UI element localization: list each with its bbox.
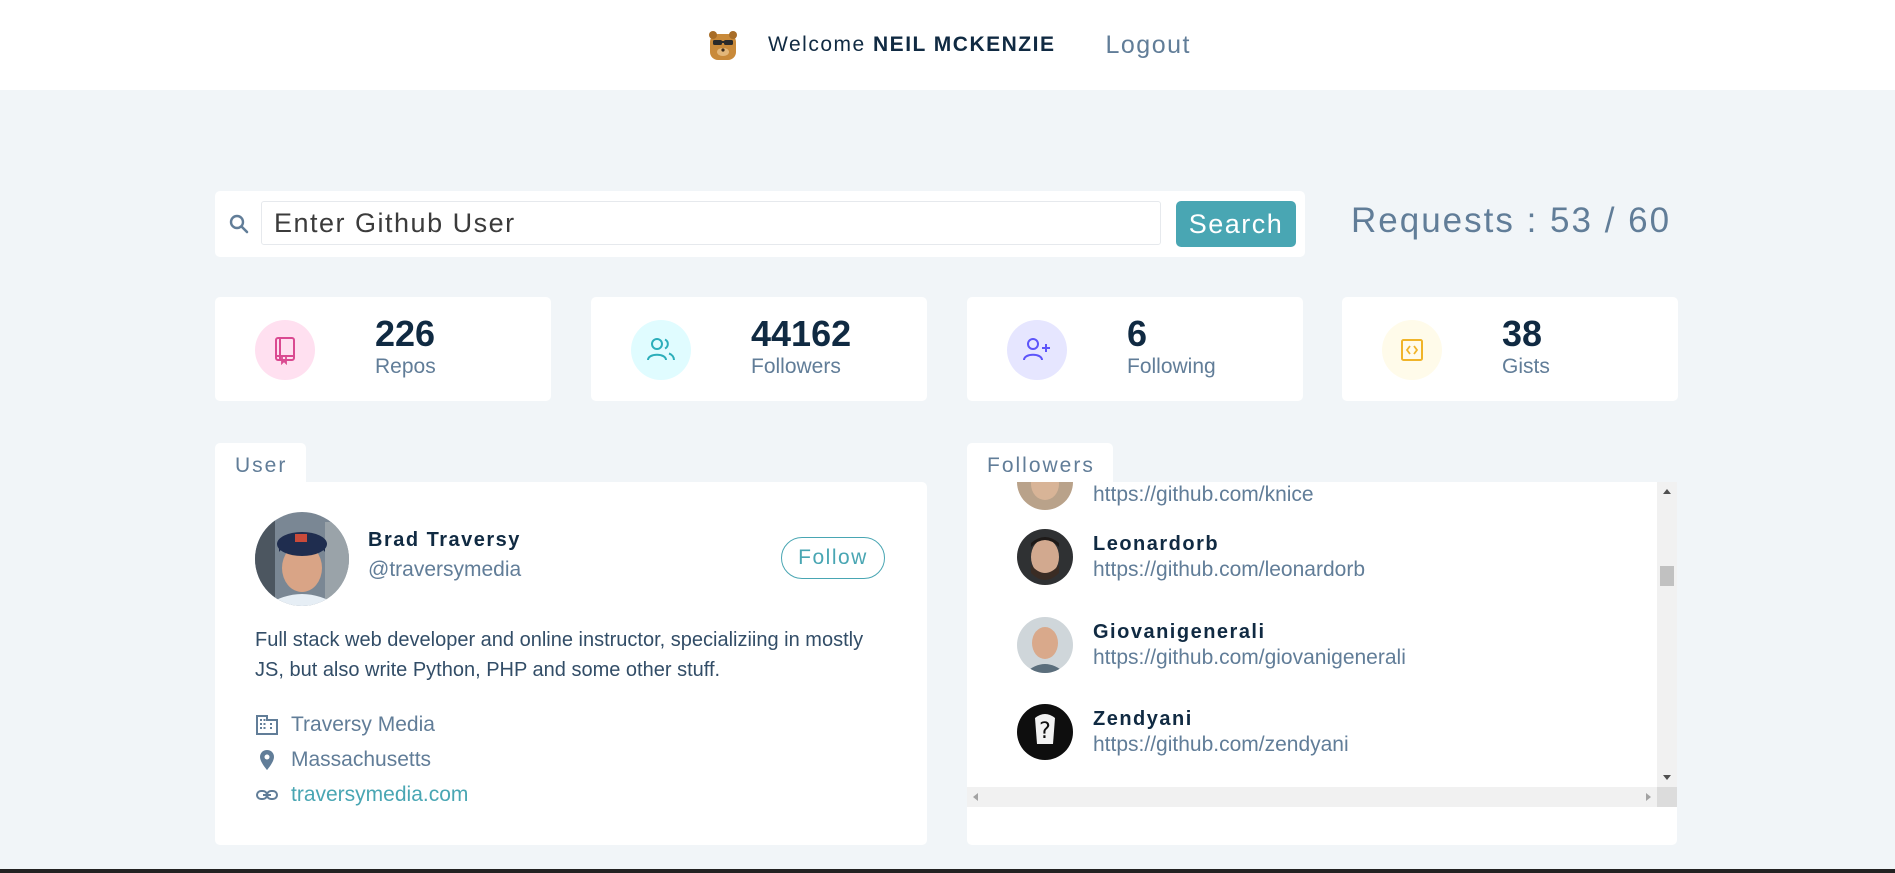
user-handle: @traversymedia [368, 558, 522, 581]
follower-avatar [1017, 617, 1073, 673]
scroll-right-arrow-icon[interactable] [1639, 787, 1657, 807]
building-icon [256, 715, 278, 735]
blog-link[interactable]: traversymedia.com [291, 783, 468, 807]
stat-label: Repos [375, 355, 436, 378]
welcome-prefix: Welcome [768, 33, 866, 56]
search-form: Search [215, 191, 1305, 257]
location-pin-icon [260, 750, 274, 770]
welcome-text: Welcome NEIL MCKENZIE [768, 33, 1055, 57]
follower-name: Leonardorb [1093, 533, 1220, 555]
scrollbar-corner [1657, 787, 1677, 807]
blog-row: traversymedia.com [255, 782, 468, 808]
follower-avatar [1017, 529, 1073, 585]
follower-avatar [1017, 482, 1073, 510]
stat-value: 38 [1502, 313, 1543, 354]
stat-icon-circle [1007, 320, 1067, 380]
stat-icon-circle [1382, 320, 1442, 380]
stat-value: 6 [1127, 313, 1148, 354]
scroll-up-arrow-icon[interactable] [1657, 482, 1677, 500]
follower-url[interactable]: https://github.com/leonardorb [1093, 558, 1365, 582]
location-text: Massachusetts [291, 748, 432, 771]
follower-url[interactable]: https://github.com/zendyani [1093, 733, 1349, 757]
navbar-content: Welcome NEIL MCKENZIE Logout [704, 26, 1191, 64]
follow-button[interactable]: Follow [781, 537, 885, 579]
search-button[interactable]: Search [1176, 201, 1296, 247]
user-name: Brad Traversy [368, 529, 521, 551]
follower-name: Zendyani [1093, 708, 1193, 730]
stat-label: Following [1127, 355, 1216, 378]
horizontal-scrollbar[interactable] [967, 787, 1657, 807]
follower-url[interactable]: https://github.com/knice [1093, 483, 1314, 507]
logout-button[interactable]: Logout [1105, 31, 1190, 60]
requests-counter: Requests : 53 / 60 [1351, 201, 1672, 240]
user-avatar-icon [709, 31, 738, 60]
book-icon [275, 337, 295, 365]
stat-value: 44162 [751, 313, 852, 354]
vertical-scroll-thumb[interactable] [1660, 566, 1674, 586]
user-panel-tab: User [215, 443, 306, 483]
stat-value: 226 [375, 313, 436, 354]
location-row: Massachusetts [255, 747, 431, 773]
stat-card-following: 6 Following [967, 297, 1303, 401]
user-bio: Full stack web developer and online inst… [255, 629, 864, 681]
scroll-left-arrow-icon[interactable] [967, 787, 985, 807]
company-row: Traversy Media [255, 712, 435, 738]
user-card: Brad Traversy @traversymedia Follow Full… [215, 482, 927, 845]
user-avatar [255, 512, 349, 606]
search-input[interactable] [261, 201, 1161, 245]
follower-name: Giovanigenerali [1093, 621, 1266, 643]
followers-panel-tab: Followers [967, 443, 1113, 483]
followers-card: https://github.com/knice Leonardorb http… [967, 482, 1677, 845]
stat-icon-circle [255, 320, 315, 380]
stat-label: Gists [1502, 355, 1550, 378]
svg-text:?: ? [1039, 719, 1051, 744]
link-icon [256, 790, 278, 800]
search-icon [229, 214, 249, 234]
bottom-border [0, 869, 1895, 873]
stat-card-followers: 44162 Followers [591, 297, 927, 401]
follower-url[interactable]: https://github.com/giovanigenerali [1093, 646, 1406, 670]
followers-list[interactable]: https://github.com/knice Leonardorb http… [967, 482, 1657, 802]
vertical-scrollbar[interactable] [1657, 482, 1677, 787]
follower-avatar: ? [1017, 704, 1073, 760]
stat-icon-circle [631, 320, 691, 380]
welcome-user-name: NEIL MCKENZIE [873, 33, 1056, 56]
user-plus-icon [1023, 338, 1050, 361]
company-text: Traversy Media [291, 713, 435, 736]
users-icon [647, 338, 675, 361]
stat-label: Followers [751, 355, 841, 378]
avatar-image [255, 512, 349, 606]
stat-card-gists: 38 Gists [1342, 297, 1678, 401]
stat-card-repos: 226 Repos [215, 297, 551, 401]
navbar: Welcome NEIL MCKENZIE Logout [0, 0, 1895, 90]
scroll-down-arrow-icon[interactable] [1657, 769, 1677, 787]
code-icon [1401, 339, 1423, 361]
